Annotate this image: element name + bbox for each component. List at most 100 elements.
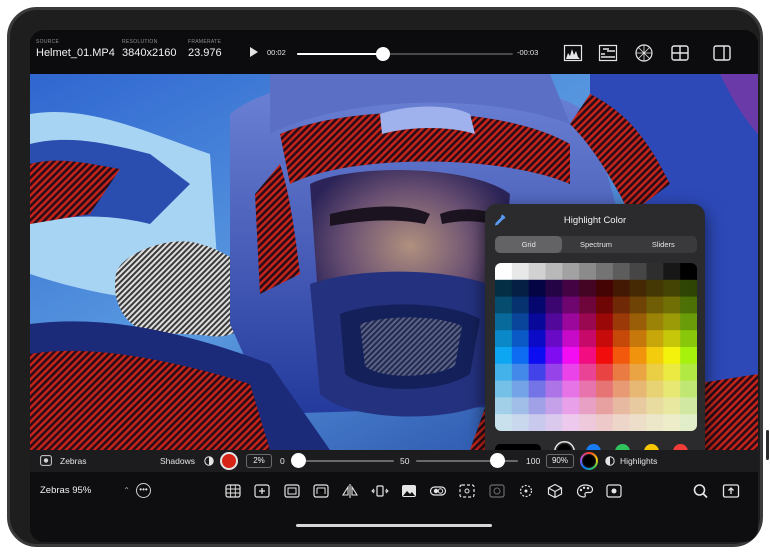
color-grid-cell[interactable] [545,279,563,298]
color-grid-cell[interactable] [579,330,597,348]
color-grid-cell[interactable] [663,397,681,415]
color-grid-cell[interactable] [562,279,580,298]
color-grid-cell[interactable] [596,397,614,415]
color-grid-cell[interactable] [528,380,546,398]
focus-peaking-icon[interactable] [458,483,476,499]
color-grid-cell[interactable] [495,330,513,348]
color-grid-cell[interactable] [663,313,681,331]
color-grid-cell[interactable] [646,330,664,348]
color-grid-cell[interactable] [596,363,614,382]
color-grid-cell[interactable] [596,263,614,281]
frame-icon[interactable] [283,483,301,499]
color-grid-cell[interactable] [680,380,697,398]
hdr-icon[interactable] [517,483,535,499]
color-grid-cell[interactable] [612,330,631,348]
color-grid-cell[interactable] [680,397,697,415]
video-preview[interactable]: Highlight Color Grid Spectrum Sliders + [30,74,758,450]
color-grid-cell[interactable] [680,263,697,281]
color-grid-cell[interactable] [562,414,580,431]
color-grid-cell[interactable] [629,414,647,431]
color-grid-cell[interactable] [511,414,530,431]
color-grid-cell[interactable] [545,380,563,398]
play-button[interactable] [250,47,258,57]
color-grid-cell[interactable] [629,397,647,415]
color-grid-cell[interactable] [495,397,513,415]
color-grid-cell[interactable] [562,330,580,348]
color-grid-cell[interactable] [663,263,681,281]
color-grid-cell[interactable] [596,347,614,365]
color-grid-cell[interactable] [646,363,664,382]
color-grid-cell[interactable] [596,380,614,398]
disabled-icon[interactable] [488,483,506,499]
waveform-icon[interactable] [598,43,618,63]
color-grid-cell[interactable] [579,296,597,314]
color-grid-cell[interactable] [511,380,530,398]
sidebar-icon[interactable] [712,43,732,63]
color-grid-cell[interactable] [612,347,631,365]
color-grid-cell[interactable] [562,363,580,382]
color-grid-cell[interactable] [495,296,513,314]
color-grid-cell[interactable] [612,263,631,281]
color-grid-cell[interactable] [528,279,546,298]
color-grid-cell[interactable] [579,263,597,281]
color-grid-cell[interactable] [545,347,563,365]
tab-spectrum[interactable]: Spectrum [562,236,629,253]
color-grid-cell[interactable] [629,296,647,314]
color-grid-cell[interactable] [495,414,513,431]
color-grid-cell[interactable] [511,263,530,281]
search-icon[interactable] [692,483,710,499]
color-grid-cell[interactable] [629,363,647,382]
zebra-toggle-icon[interactable] [40,455,52,466]
color-grid-cell[interactable] [629,380,647,398]
color-grid-cell[interactable] [680,347,697,365]
image-icon[interactable] [400,483,418,499]
color-grid-cell[interactable] [511,279,530,298]
color-grid-cell[interactable] [528,347,546,365]
zebra-overlay-icon[interactable] [605,483,623,499]
color-grid-cell[interactable] [528,414,546,431]
color-grid-cell[interactable] [562,397,580,415]
color-grid-cell[interactable] [562,347,580,365]
color-grid-cell[interactable] [562,313,580,331]
color-grid-cell[interactable] [545,414,563,431]
grid-icon[interactable] [224,483,242,499]
color-grid-cell[interactable] [629,330,647,348]
color-grid-cell[interactable] [663,414,681,431]
color-grid-cell[interactable] [612,296,631,314]
color-grid-cell[interactable] [579,380,597,398]
color-grid-cell[interactable] [495,279,513,298]
color-grid-cell[interactable] [629,347,647,365]
histogram-icon[interactable] [563,43,583,63]
color-grid-cell[interactable] [511,296,530,314]
color-grid-cell[interactable] [612,397,631,415]
color-grid-cell[interactable] [511,347,530,365]
color-grid-cell[interactable] [495,313,513,331]
color-grid-cell[interactable] [596,330,614,348]
color-grid-cell[interactable] [579,279,597,298]
color-grid[interactable] [495,263,697,431]
color-grid-cell[interactable] [511,363,530,382]
color-grid-cell[interactable] [663,363,681,382]
color-grid-cell[interactable] [646,397,664,415]
color-grid-cell[interactable] [629,313,647,331]
color-grid-cell[interactable] [495,347,513,365]
color-grid-cell[interactable] [663,279,681,298]
color-grid-cell[interactable] [545,313,563,331]
color-grid-cell[interactable] [663,347,681,365]
color-grid-cell[interactable] [612,279,631,298]
color-grid-cell[interactable] [612,363,631,382]
color-grid-cell[interactable] [612,414,631,431]
playback-scrubber[interactable] [297,47,513,61]
color-grid-cell[interactable] [680,313,697,331]
color-grid-cell[interactable] [528,363,546,382]
color-grid-cell[interactable] [495,363,513,382]
safe-area-icon[interactable] [312,483,330,499]
vectorscope-icon[interactable] [634,43,654,63]
color-grid-cell[interactable] [596,414,614,431]
highlight-slider-knob[interactable] [490,453,506,468]
false-color-icon[interactable] [429,483,447,499]
color-grid-cell[interactable] [562,263,580,281]
color-grid-cell[interactable] [545,296,563,314]
color-grid-cell[interactable] [646,380,664,398]
color-grid-cell[interactable] [646,414,664,431]
